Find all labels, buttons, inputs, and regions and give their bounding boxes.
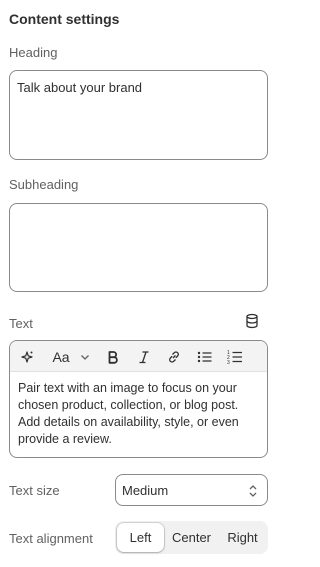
select-chevron-icon xyxy=(247,483,259,502)
rich-text-editor[interactable]: Aa 1 2 3 Pair text with an image to focu… xyxy=(9,340,268,458)
align-center-option[interactable]: Center xyxy=(164,523,219,552)
chevron-down-icon[interactable] xyxy=(78,341,92,372)
text-alignment-label: Text alignment xyxy=(9,531,93,546)
bold-icon[interactable] xyxy=(105,341,121,372)
text-label: Text xyxy=(9,316,33,331)
align-left-option[interactable]: Left xyxy=(117,523,164,552)
format-dropdown[interactable]: Aa xyxy=(50,341,72,372)
italic-icon[interactable] xyxy=(136,341,152,372)
database-icon[interactable] xyxy=(244,313,260,329)
numbered-list-icon[interactable]: 1 2 3 xyxy=(226,341,244,372)
heading-textarea[interactable]: Talk about your brand xyxy=(9,70,268,160)
text-alignment-segmented: Left Center Right xyxy=(115,521,268,554)
link-icon[interactable] xyxy=(166,341,182,372)
editor-toolbar: Aa 1 2 3 xyxy=(10,341,267,372)
text-size-label: Text size xyxy=(9,483,60,498)
section-title: Content settings xyxy=(9,11,120,27)
sparkle-icon[interactable] xyxy=(18,341,36,372)
text-content[interactable]: Pair text with an image to focus on your… xyxy=(10,372,267,448)
heading-label: Heading xyxy=(9,45,58,60)
align-right-option[interactable]: Right xyxy=(219,523,266,552)
text-size-value: Medium xyxy=(122,482,169,498)
subheading-label: Subheading xyxy=(9,177,79,192)
svg-text:3: 3 xyxy=(227,360,230,365)
bullet-list-icon[interactable] xyxy=(196,341,214,372)
text-size-select[interactable]: Medium xyxy=(115,474,268,506)
subheading-textarea[interactable] xyxy=(9,203,268,292)
